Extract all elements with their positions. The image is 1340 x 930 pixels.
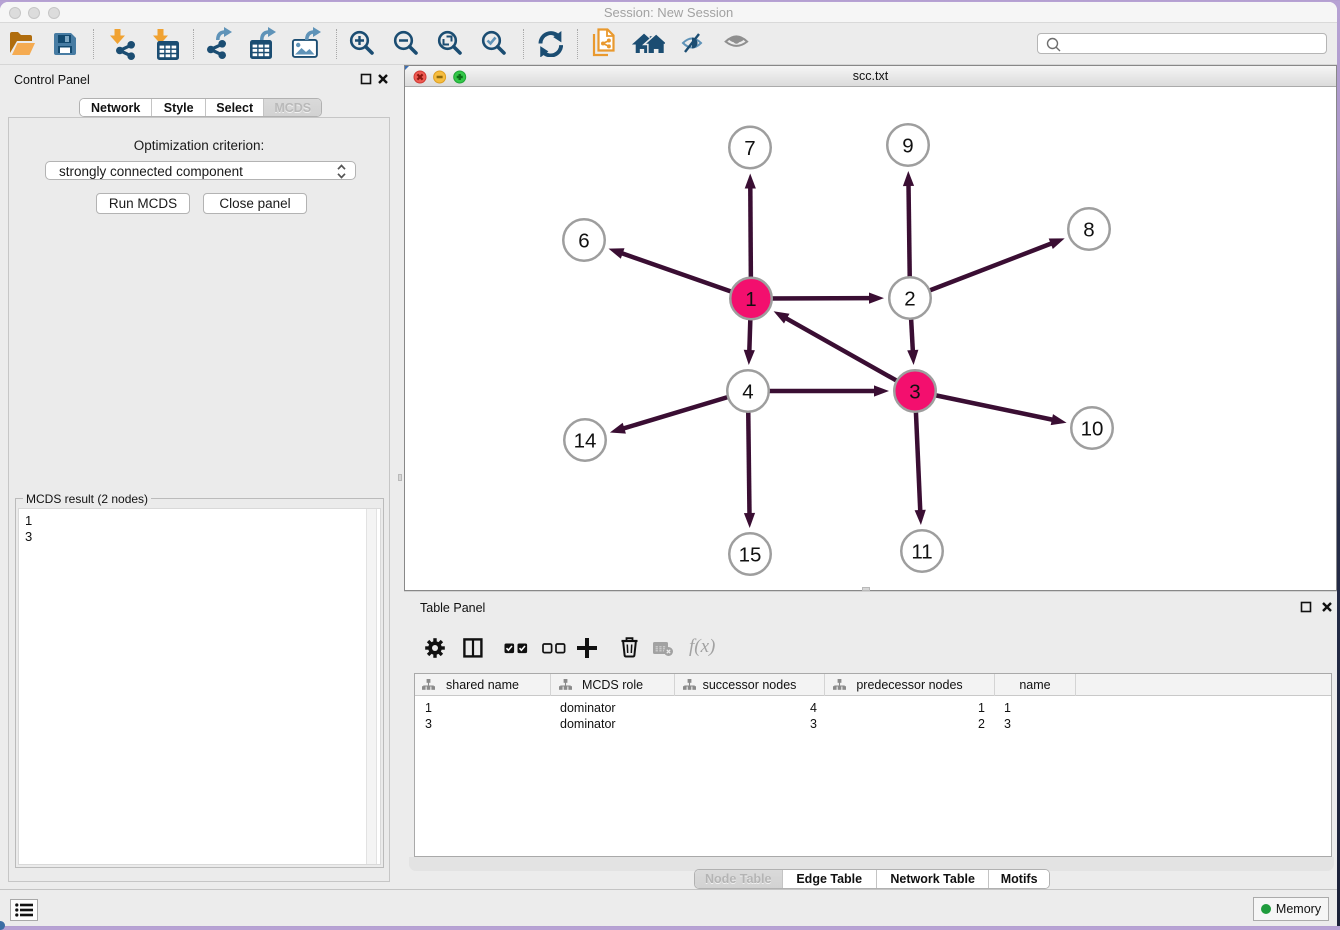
svg-text:2: 2 — [904, 287, 915, 310]
svg-text:8: 8 — [1083, 218, 1094, 241]
svg-text:3: 3 — [909, 380, 920, 403]
svg-text:9: 9 — [902, 134, 913, 157]
svg-text:14: 14 — [574, 429, 597, 452]
svg-text:11: 11 — [911, 540, 932, 563]
svg-text:15: 15 — [739, 543, 762, 566]
svg-text:6: 6 — [578, 229, 589, 252]
svg-text:1: 1 — [745, 288, 756, 311]
svg-text:4: 4 — [742, 380, 753, 403]
svg-text:10: 10 — [1081, 417, 1104, 440]
svg-text:7: 7 — [744, 137, 755, 160]
